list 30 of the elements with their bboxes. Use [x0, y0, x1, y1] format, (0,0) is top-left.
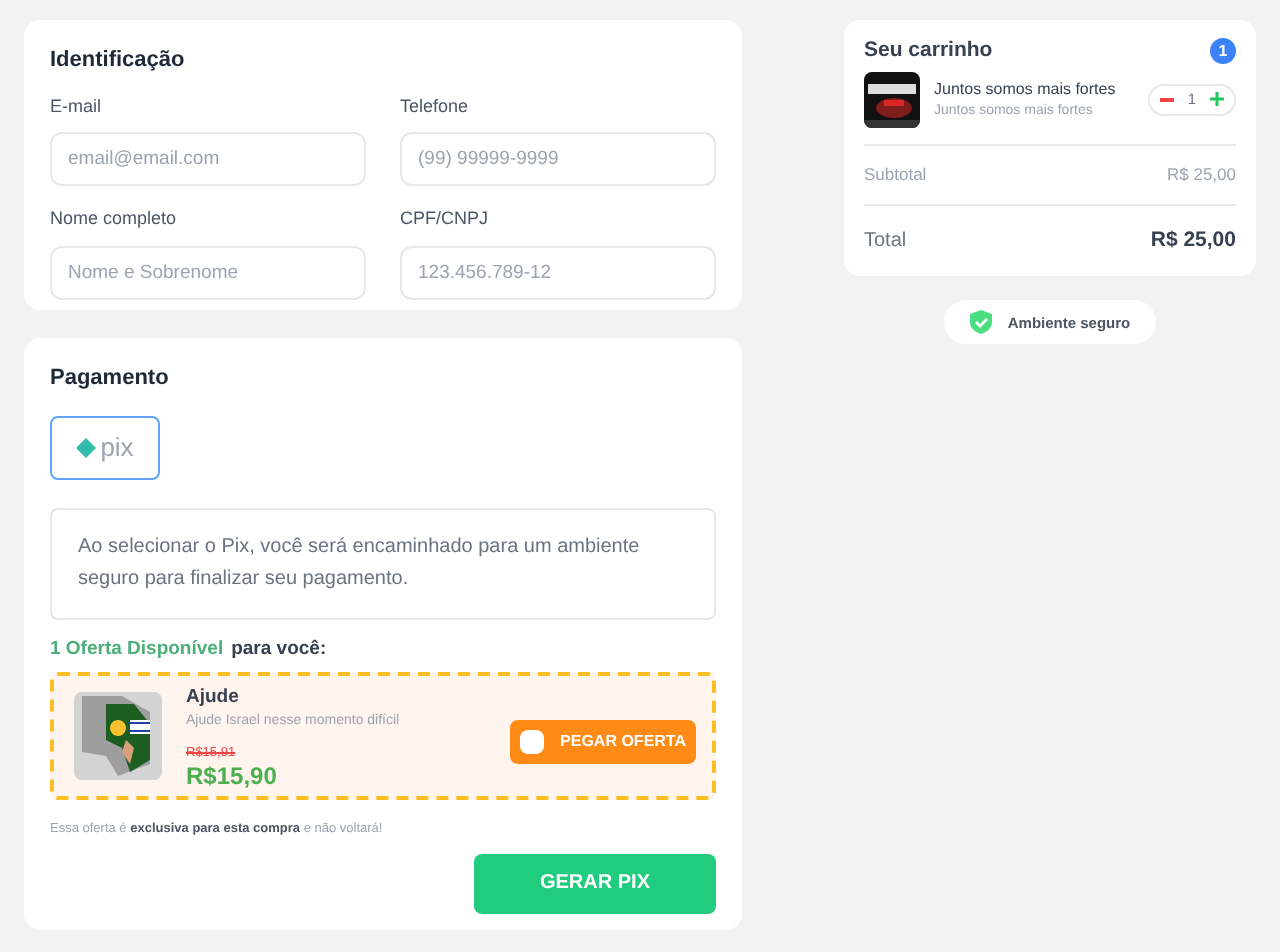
input-field[interactable]: 123.456.789-12	[400, 245, 716, 299]
total-value: R$ 25,00	[1150, 225, 1236, 255]
field-label: E-mail	[50, 93, 104, 119]
cart-title: Seu carrinho	[864, 36, 993, 66]
info-text: Ao selecionar o Pix, você será encaminhado para um ambiente seguro para finalizar seu pagamento.	[50, 507, 716, 619]
field-label: Telefone	[400, 93, 471, 119]
count-badge: 1	[1210, 38, 1236, 65]
input-field[interactable]: (99) 99999-9999	[400, 132, 716, 186]
offer-heading: para você:	[231, 635, 327, 663]
get-offer-button[interactable]: PEGAR OFERTA	[510, 719, 696, 764]
plus-icon[interactable]	[1210, 92, 1224, 107]
shield-check-icon	[969, 310, 992, 335]
subtotal-label: Subtotal	[864, 161, 927, 187]
subtotal-value: R$ 25,00	[1167, 161, 1236, 187]
field-label: CPF/CNPJ	[400, 206, 491, 232]
generate-pix-button[interactable]: GERAR PIX	[474, 853, 716, 913]
section-title: Pagamento	[50, 364, 171, 394]
section-title: Identificação	[50, 46, 187, 76]
input-field[interactable]: Nome e Sobrenome	[50, 245, 366, 299]
input-field[interactable]: email@email.com	[50, 132, 366, 186]
minus-icon[interactable]	[1159, 97, 1174, 102]
checkbox[interactable]	[520, 729, 545, 754]
offer-count: 1 Oferta Disponível	[50, 635, 224, 663]
product-name: Juntos somos mais fortes	[934, 77, 1118, 101]
diamond-icon	[76, 437, 97, 457]
field-label: Nome completo	[50, 206, 179, 232]
offer-title: Ajude	[186, 684, 241, 712]
total-label: Total	[864, 227, 907, 256]
offer-price: R$15,90	[186, 763, 279, 787]
pix-method-button[interactable]: pix	[50, 415, 160, 479]
